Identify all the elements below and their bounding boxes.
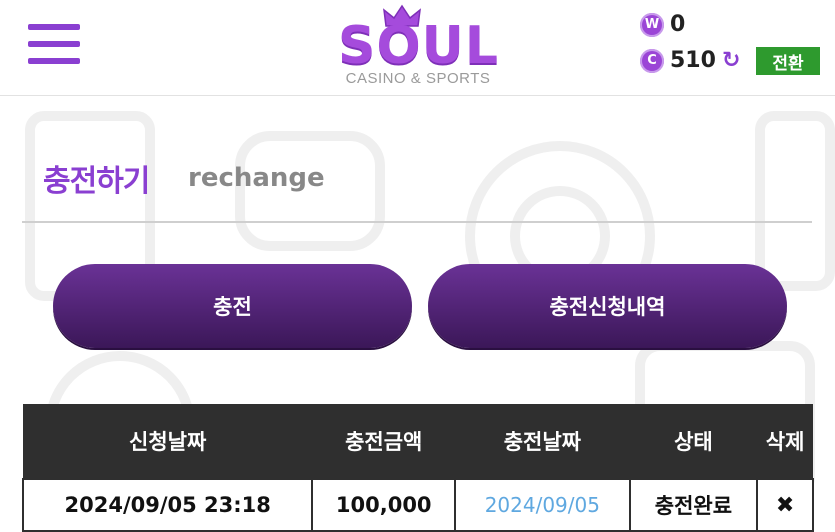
- menu-bar: [28, 24, 80, 30]
- logo-wordmark: SOUL: [338, 16, 500, 76]
- page-subtitle: rechange: [188, 163, 325, 193]
- delete-icon[interactable]: ✖: [756, 478, 814, 532]
- col-status: 상태: [629, 404, 758, 479]
- cell-request-date: 2024/09/05 23:18: [21, 478, 314, 532]
- c-balance-amount: 510: [670, 48, 716, 73]
- table-row: 2024/09/05 23:18 100,000 2024/09/05 충전완료…: [21, 478, 814, 532]
- c-coin-icon: C: [640, 48, 664, 73]
- c-balance-row: C 510 ↻: [640, 48, 740, 73]
- logo-subtitle: CASINO & SPORTS: [345, 70, 491, 87]
- charge-history-table: 신청날짜 충전금액 충전날짜 상태 삭제 2024/09/05 23:18 10…: [21, 404, 814, 532]
- col-delete: 삭제: [757, 404, 813, 479]
- site-logo[interactable]: SOUL CASINO & SPORTS: [338, 4, 498, 90]
- cell-status: 충전완료: [628, 478, 759, 532]
- table-header-row: 신청날짜 충전금액 충전날짜 상태 삭제: [23, 404, 813, 479]
- w-balance-amount: 0: [670, 12, 686, 37]
- top-header: SOUL CASINO & SPORTS W 0 C 510 ↻ 전환: [0, 0, 835, 96]
- hamburger-menu-button[interactable]: [28, 24, 80, 68]
- menu-bar: [28, 41, 80, 47]
- charge-history-button[interactable]: 충전신청내역: [428, 264, 787, 348]
- title-divider: [22, 221, 812, 223]
- col-amount: 충전금액: [312, 404, 456, 479]
- convert-button[interactable]: 전환: [756, 47, 820, 75]
- charge-button[interactable]: 충전: [53, 264, 412, 348]
- col-request-date: 신청날짜: [23, 404, 313, 479]
- w-balance-row: W 0: [640, 12, 685, 37]
- menu-bar: [28, 58, 80, 64]
- page-title: 충전하기: [43, 164, 150, 199]
- cell-amount: 100,000: [311, 478, 457, 532]
- cell-charge-date-link[interactable]: 2024/09/05: [454, 478, 631, 532]
- refresh-icon[interactable]: ↻: [722, 49, 740, 72]
- w-coin-icon: W: [640, 12, 664, 37]
- col-charge-date: 충전날짜: [455, 404, 630, 479]
